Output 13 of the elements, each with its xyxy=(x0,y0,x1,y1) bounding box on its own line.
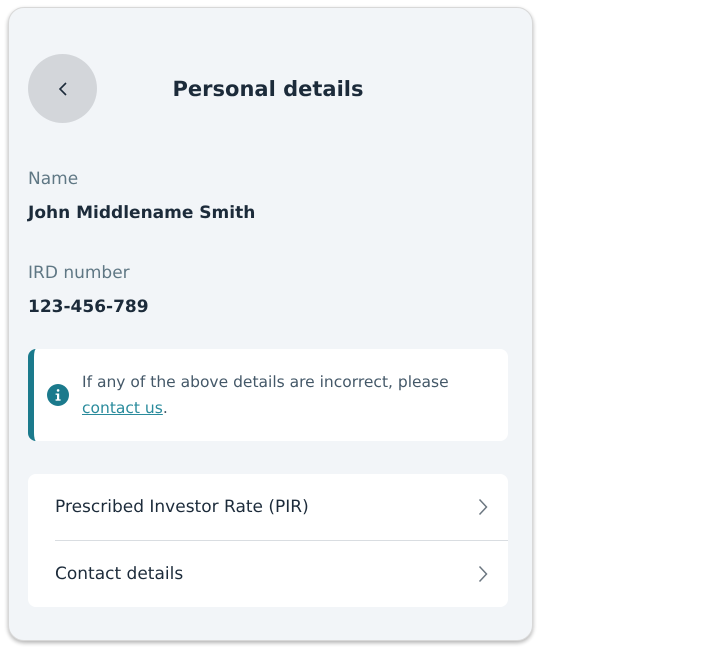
info-icon xyxy=(47,384,69,406)
field-value: John Middlename Smith xyxy=(28,203,256,223)
field-label: IRD number xyxy=(28,263,131,283)
field-label: Name xyxy=(28,169,80,189)
chevron-icon xyxy=(58,80,68,96)
chevron-icon xyxy=(478,565,488,583)
field-value: 123-456-789 xyxy=(28,297,150,317)
menu-item[interactable]: Prescribed Investor Rate (PIR) xyxy=(55,474,508,541)
contact-link[interactable]: contact us xyxy=(82,399,163,417)
page-title: Personal details xyxy=(172,76,364,100)
menu-item[interactable]: Contact details xyxy=(55,541,508,607)
chevron-icon xyxy=(478,498,488,516)
notice-text: If any of the above details are incorrect, please contact us. xyxy=(82,372,450,419)
